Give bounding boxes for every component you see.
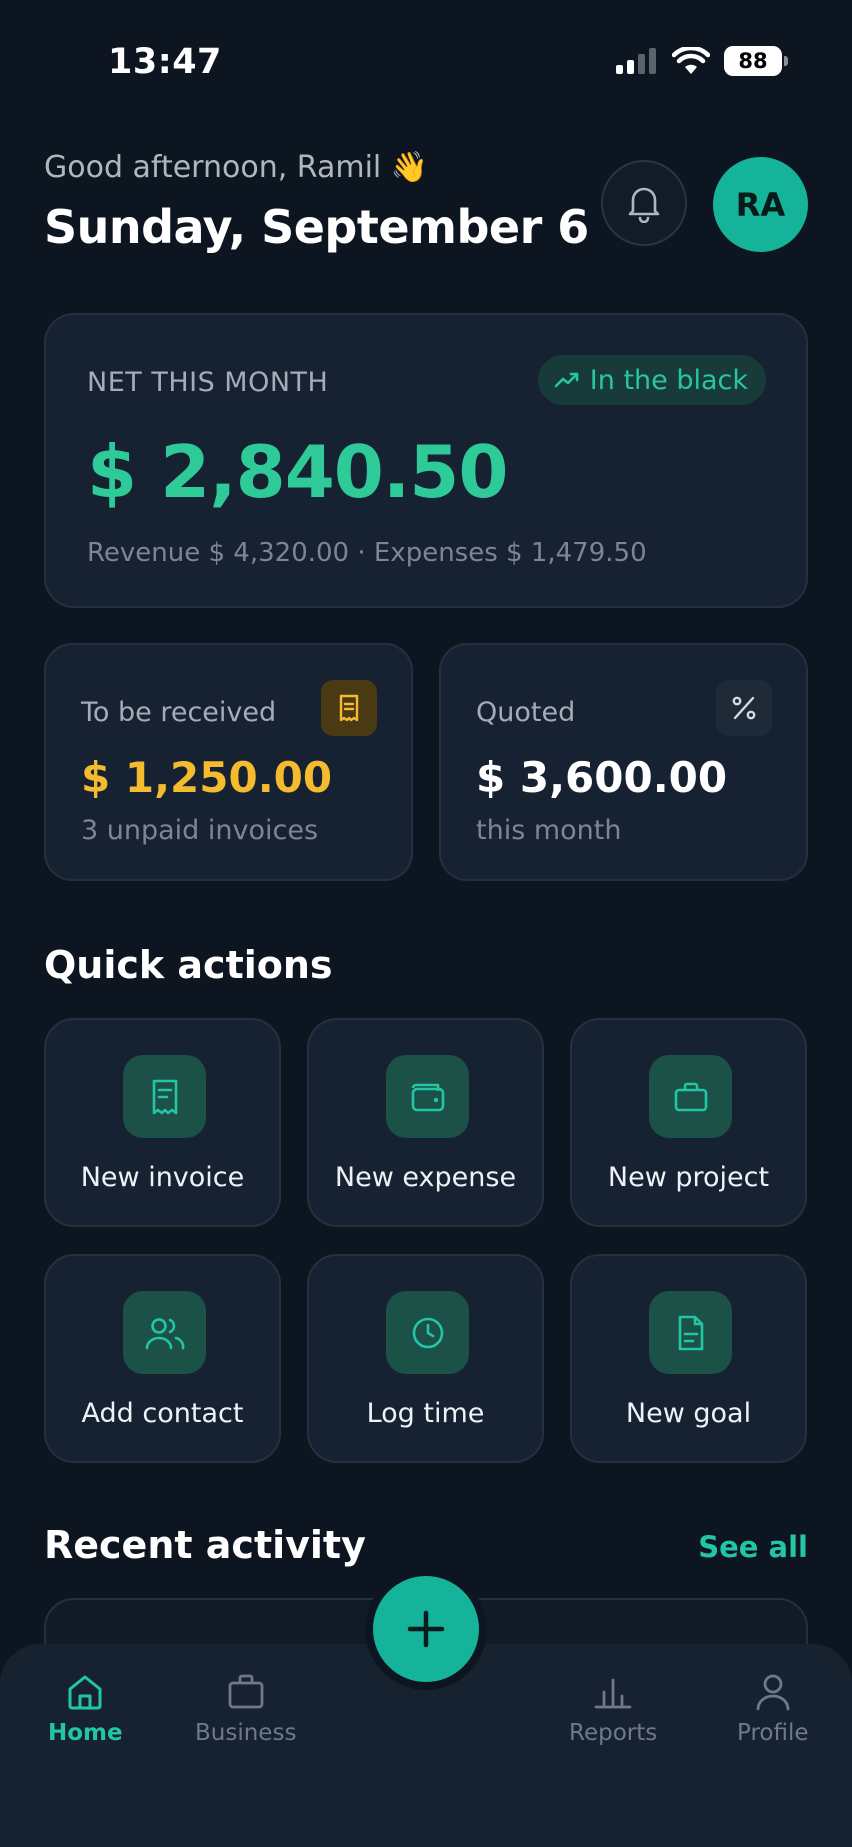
- nav-label: Profile: [737, 1720, 809, 1746]
- quick-action-label: Add contact: [81, 1398, 244, 1429]
- trending-up-icon: [554, 372, 579, 388]
- percent-icon: [716, 680, 772, 736]
- see-all-link[interactable]: See all: [698, 1530, 808, 1564]
- bar-chart-icon: [594, 1678, 632, 1709]
- avatar[interactable]: RA: [713, 157, 808, 252]
- to-be-received-card[interactable]: To be received $ 1,250.00 3 unpaid invoi…: [44, 643, 413, 881]
- briefcase-icon: [649, 1055, 732, 1138]
- quick-action-label: New expense: [334, 1162, 517, 1193]
- greeting-text: Good afternoon, Ramil 👋: [44, 150, 429, 185]
- add-button[interactable]: [373, 1576, 479, 1682]
- quick-action-label: Log time: [366, 1398, 485, 1429]
- plus-icon: [407, 1610, 445, 1648]
- nav-label: Business: [195, 1720, 297, 1746]
- document-icon: [649, 1291, 732, 1374]
- nav-label: Home: [48, 1720, 123, 1746]
- wallet-icon: [386, 1055, 469, 1138]
- net-amount: $ 2,840.50: [87, 430, 508, 514]
- quick-action-label: New invoice: [80, 1162, 245, 1193]
- new-invoice-button[interactable]: New invoice: [44, 1018, 281, 1227]
- stat-amount: $ 1,250.00: [81, 753, 333, 802]
- net-label: NET THIS MONTH: [87, 367, 329, 398]
- receipt-icon: [321, 680, 377, 736]
- bell-icon: [628, 187, 660, 223]
- nav-reports[interactable]: Reports: [569, 1672, 657, 1746]
- clock-icon: [386, 1291, 469, 1374]
- quick-action-label: New project: [607, 1162, 770, 1193]
- new-goal-button[interactable]: New goal: [570, 1254, 807, 1463]
- stat-label: To be received: [81, 697, 277, 728]
- quick-actions-title: Quick actions: [44, 943, 333, 987]
- nav-profile[interactable]: Profile: [737, 1672, 809, 1746]
- stat-sub: 3 unpaid invoices: [81, 815, 319, 846]
- stat-label: Quoted: [476, 697, 576, 728]
- nav-home[interactable]: Home: [48, 1672, 123, 1746]
- log-time-button[interactable]: Log time: [307, 1254, 544, 1463]
- briefcase-icon: [228, 1674, 264, 1709]
- notifications-button[interactable]: [601, 160, 687, 246]
- add-contact-button[interactable]: Add contact: [44, 1254, 281, 1463]
- signal-icon: [616, 48, 656, 74]
- invoice-icon: [123, 1055, 206, 1138]
- status-time: 13:47: [108, 42, 222, 82]
- nav-business[interactable]: Business: [195, 1672, 296, 1746]
- quoted-card[interactable]: Quoted $ 3,600.00 this month: [439, 643, 808, 881]
- contacts-icon: [123, 1291, 206, 1374]
- badge-label: In the black: [589, 364, 748, 396]
- recent-activity-title: Recent activity: [44, 1523, 366, 1567]
- quick-action-label: New goal: [625, 1398, 752, 1429]
- new-project-button[interactable]: New project: [570, 1018, 807, 1227]
- nav-label: Reports: [569, 1720, 658, 1746]
- new-expense-button[interactable]: New expense: [307, 1018, 544, 1227]
- status-icons: 88: [616, 46, 788, 76]
- home-icon: [68, 1675, 102, 1710]
- wifi-icon: [672, 47, 710, 74]
- stat-amount: $ 3,600.00: [476, 753, 728, 802]
- user-icon: [756, 1674, 790, 1711]
- net-summary: Revenue $ 4,320.00 · Expenses $ 1,479.50: [87, 538, 647, 568]
- status-badge: In the black: [537, 355, 766, 405]
- battery-icon: 88: [724, 46, 788, 76]
- net-this-month-card[interactable]: NET THIS MONTH In the black $ 2,840.50 R…: [44, 313, 808, 608]
- page-title: Sunday, September 6: [44, 200, 589, 254]
- stat-sub: this month: [476, 815, 622, 846]
